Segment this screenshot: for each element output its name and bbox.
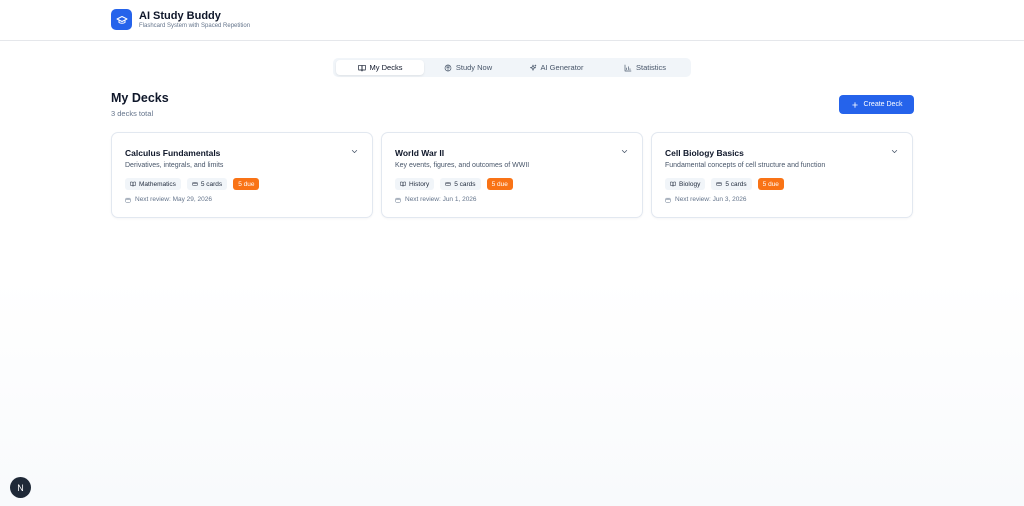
sparkles-icon bbox=[529, 64, 536, 71]
deck-description: Derivatives, integrals, and limits bbox=[125, 162, 224, 169]
page-title: My Decks bbox=[111, 91, 169, 105]
next-review: Next review: Jun 1, 2026 bbox=[395, 196, 477, 203]
next-review-label: Next review: Jun 3, 2026 bbox=[675, 196, 747, 203]
deck-count: 3 decks total bbox=[111, 109, 154, 118]
tab-study-now[interactable]: Study Now bbox=[426, 60, 510, 75]
card-count-badge: 5 cards bbox=[440, 178, 481, 190]
due-badge: 5 due bbox=[757, 178, 784, 190]
deck-card[interactable]: Calculus Fundamentals Derivatives, integ… bbox=[111, 132, 373, 218]
app-header: AI Study Buddy Flashcard System with Spa… bbox=[0, 0, 1024, 41]
deck-title: Calculus Fundamentals bbox=[125, 148, 221, 158]
create-deck-button[interactable]: Create Deck bbox=[839, 95, 914, 114]
subject-badge: Mathematics bbox=[125, 178, 181, 190]
calendar-icon bbox=[395, 197, 401, 202]
devtools-badge[interactable]: N bbox=[10, 477, 31, 498]
card-count-label: 5 cards bbox=[454, 180, 476, 188]
tab-label: Study Now bbox=[455, 63, 493, 72]
deck-title: Cell Biology Basics bbox=[665, 148, 744, 158]
create-deck-label: Create Deck bbox=[863, 101, 903, 108]
deck-description: Key events, figures, and outcomes of WWI… bbox=[395, 162, 530, 169]
tab-statistics[interactable]: Statistics bbox=[602, 60, 688, 75]
devtools-badge-label: N bbox=[17, 482, 24, 493]
tab-label: Statistics bbox=[635, 63, 666, 72]
due-badge: 5 due bbox=[233, 178, 260, 190]
due-label: 5 due bbox=[762, 180, 779, 188]
card-count-badge: 5 cards bbox=[186, 178, 228, 190]
plus-icon bbox=[851, 101, 858, 108]
deck-badges: Mathematics 5 cards 5 due bbox=[125, 178, 260, 190]
due-label: 5 due bbox=[491, 180, 508, 188]
layers-icon bbox=[192, 182, 198, 186]
layers-icon bbox=[445, 182, 451, 186]
due-label: 5 due bbox=[238, 180, 255, 188]
card-count-label: 5 cards bbox=[200, 180, 223, 188]
subject-label: History bbox=[409, 180, 430, 188]
tab-label: My Decks bbox=[369, 63, 403, 72]
card-count-badge: 5 cards bbox=[711, 178, 752, 190]
chevron-down-icon[interactable] bbox=[350, 147, 359, 156]
next-review: Next review: May 29, 2026 bbox=[125, 196, 212, 203]
subject-label: Mathematics bbox=[139, 180, 176, 188]
brain-icon bbox=[444, 64, 452, 71]
subject-badge: Biology bbox=[665, 178, 706, 190]
deck-card[interactable]: World War II Key events, figures, and ou… bbox=[381, 132, 643, 218]
next-review: Next review: Jun 3, 2026 bbox=[665, 196, 747, 203]
tab-my-decks[interactable]: My Decks bbox=[336, 60, 424, 75]
deck-badges: Biology 5 cards 5 due bbox=[665, 178, 784, 190]
tab-label: AI Generator bbox=[540, 63, 584, 72]
due-badge: 5 due bbox=[486, 178, 513, 190]
calendar-icon bbox=[665, 197, 671, 202]
book-icon bbox=[670, 181, 676, 187]
book-icon bbox=[400, 181, 406, 187]
subject-badge: History bbox=[395, 178, 435, 190]
book-icon bbox=[130, 181, 136, 187]
deck-description: Fundamental concepts of cell structure a… bbox=[665, 162, 826, 169]
deck-card[interactable]: Cell Biology Basics Fundamental concepts… bbox=[651, 132, 913, 218]
app-logo bbox=[111, 9, 132, 30]
deck-badges: History 5 cards 5 due bbox=[395, 178, 513, 190]
app-subtitle: Flashcard System with Spaced Repetition bbox=[139, 23, 251, 29]
calendar-icon bbox=[125, 197, 131, 202]
chevron-down-icon[interactable] bbox=[890, 147, 899, 156]
card-count-label: 5 cards bbox=[725, 180, 747, 188]
tab-ai-generator[interactable]: AI Generator bbox=[512, 60, 600, 75]
chevron-down-icon[interactable] bbox=[620, 147, 629, 156]
app-title: AI Study Buddy bbox=[139, 10, 221, 22]
layers-icon bbox=[716, 182, 722, 186]
book-open-icon bbox=[357, 64, 366, 71]
next-review-label: Next review: Jun 1, 2026 bbox=[405, 196, 477, 203]
main-tabs: My Decks Study Now AI Generator Statisti… bbox=[333, 58, 691, 77]
next-review-label: Next review: May 29, 2026 bbox=[135, 196, 212, 203]
graduation-cap-icon bbox=[116, 15, 127, 24]
bar-chart-icon bbox=[624, 64, 632, 71]
subject-label: Biology bbox=[679, 180, 701, 188]
deck-title: World War II bbox=[395, 148, 445, 158]
